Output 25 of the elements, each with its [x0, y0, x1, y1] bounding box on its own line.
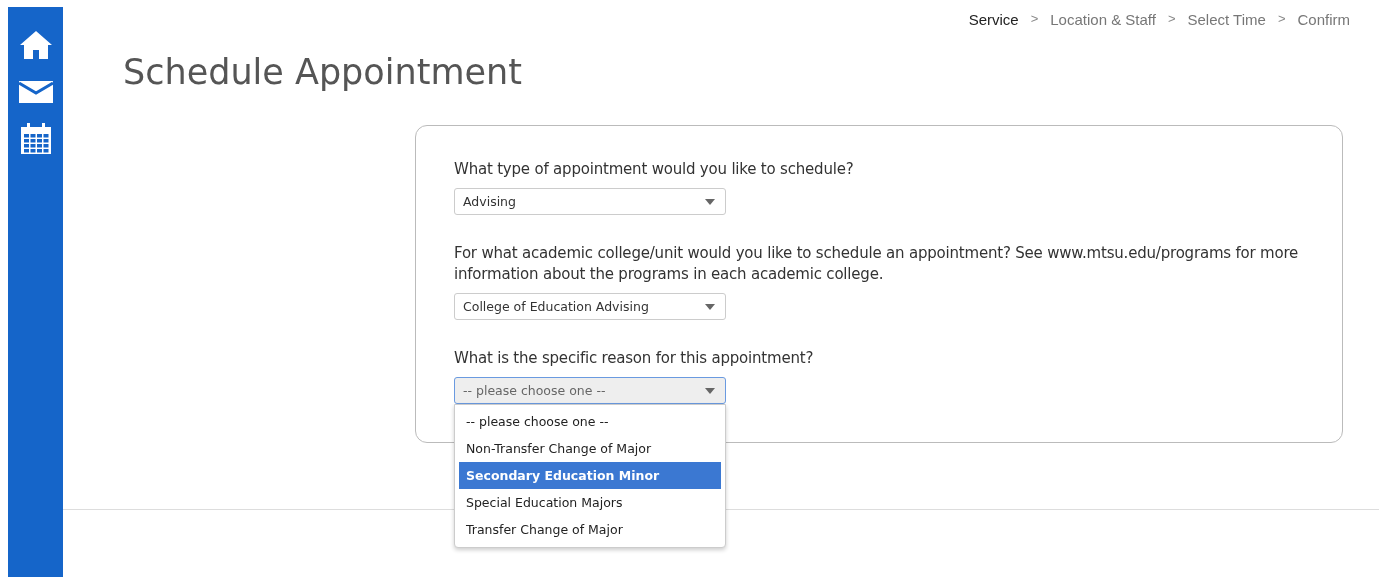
caret-icon [705, 198, 715, 205]
calendar-icon[interactable] [19, 123, 52, 155]
page-title: Schedule Appointment [123, 52, 523, 92]
breadcrumb-step: Service [968, 11, 1019, 28]
breadcrumb-separator: > [1030, 11, 1039, 28]
select-field[interactable]: -- please choose one -- [454, 377, 726, 404]
home-icon[interactable] [18, 29, 53, 61]
caret-icon [705, 303, 715, 310]
breadcrumb-separator: > [1277, 11, 1286, 28]
field-label: What type of appointment would you like to schedule? [454, 159, 855, 180]
breadcrumb-step: Confirm [1297, 11, 1350, 28]
dropdown-option[interactable]: Non-Transfer Change of Major [459, 435, 721, 462]
field-label: What is the specific reason for this appointment? [454, 348, 815, 369]
breadcrumb-separator: > [1167, 11, 1176, 28]
field-label: For what academic college/unit would you like to schedule an appointment? See www.mtsu.edu/programs for more information about the programs in each academic college. [454, 243, 1300, 285]
select-field[interactable]: College of Education Advising [454, 293, 726, 320]
dropdown-option[interactable]: Transfer Change of Major [459, 516, 721, 543]
mail-icon[interactable] [18, 81, 53, 103]
dropdown-option[interactable]: Special Education Majors [459, 489, 721, 516]
dropdown-option[interactable]: -- please choose one -- [459, 408, 721, 435]
breadcrumb-step: Select Time [1187, 11, 1266, 28]
dropdown-option[interactable]: Secondary Education Minor [459, 462, 721, 489]
caret-icon [705, 387, 715, 394]
breadcrumb-step: Location & Staff [1050, 11, 1156, 28]
select-field[interactable]: Advising [454, 188, 726, 215]
